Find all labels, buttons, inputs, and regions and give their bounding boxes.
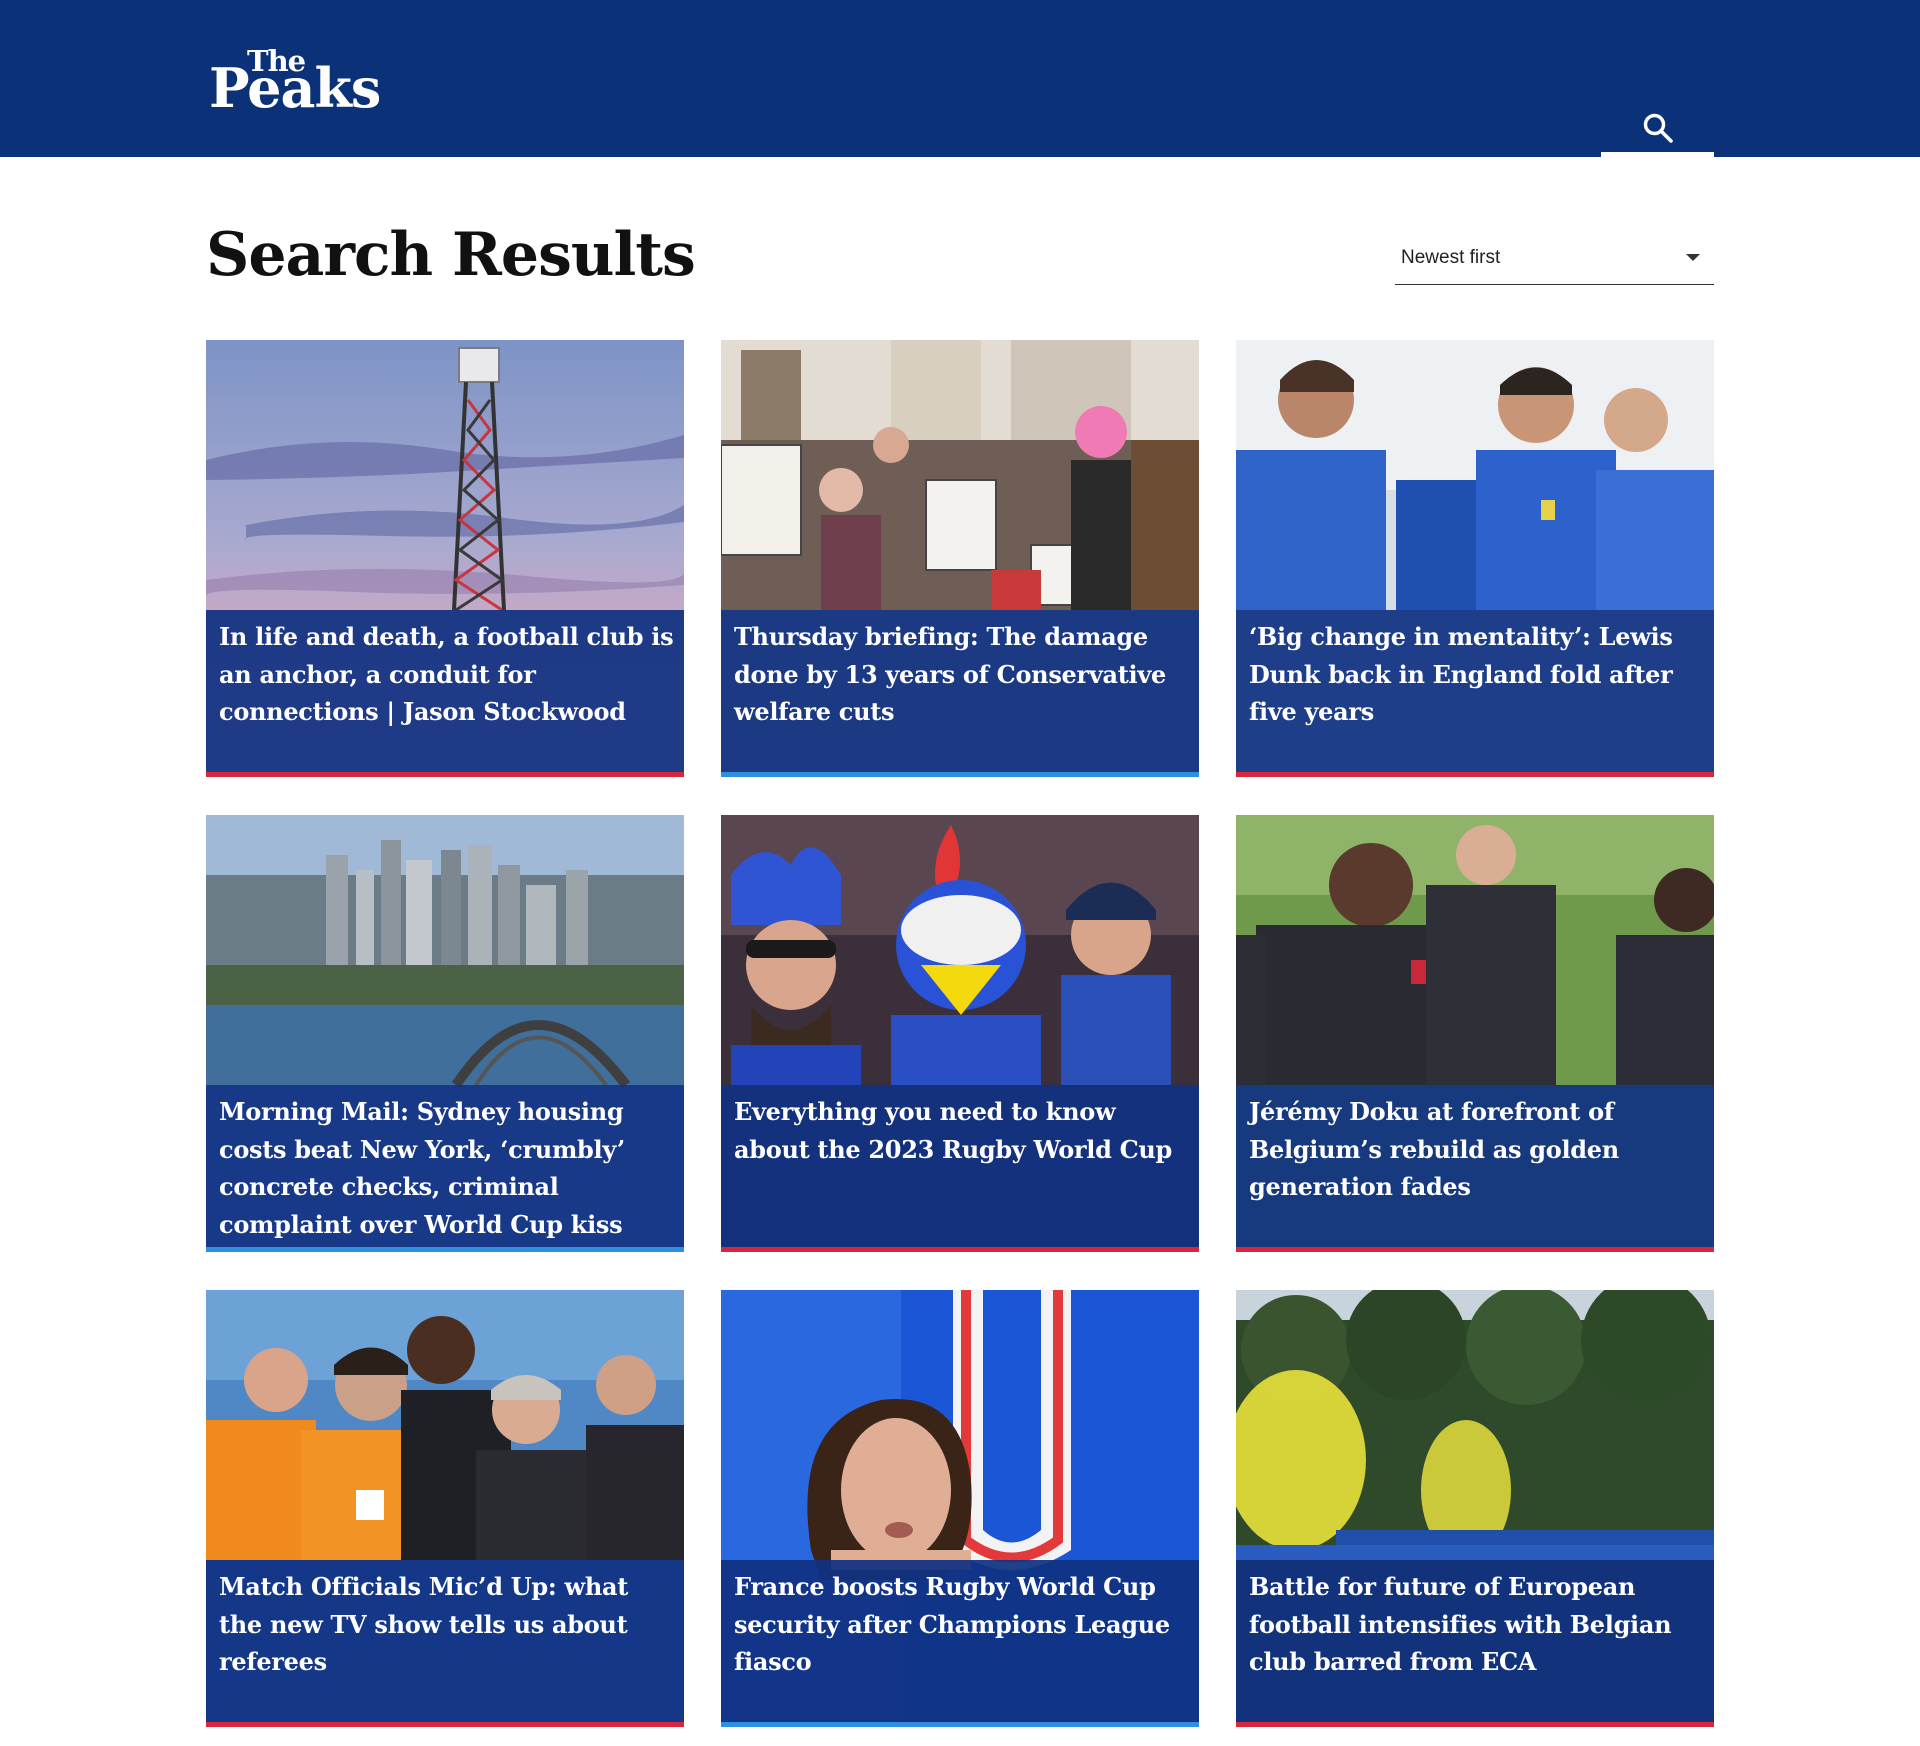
article-card[interactable]: In life and death, a football club is an…: [206, 340, 684, 777]
card-headline[interactable]: France boosts Rugby World Cup security a…: [734, 1568, 1189, 1681]
card-accent-bar: [206, 1247, 684, 1252]
article-card[interactable]: Everything you need to know about the 20…: [721, 815, 1199, 1252]
search-icon: [1643, 113, 1673, 143]
card-accent-bar: [206, 772, 684, 777]
site-header: The Peaks: [0, 0, 1920, 157]
sort-selected-value: Newest first: [1401, 247, 1501, 268]
card-accent-bar: [1236, 772, 1714, 777]
card-accent-bar: [721, 772, 1199, 777]
card-accent-bar: [721, 1722, 1199, 1727]
search-button[interactable]: [1601, 98, 1714, 157]
article-card[interactable]: France boosts Rugby World Cup security a…: [721, 1290, 1199, 1727]
page-title: Search Results: [206, 220, 696, 290]
article-card[interactable]: Match Officials Mic’d Up: what the new T…: [206, 1290, 684, 1727]
card-headline[interactable]: In life and death, a football club is an…: [219, 618, 674, 731]
article-card[interactable]: Morning Mail: Sydney housing costs beat …: [206, 815, 684, 1252]
card-accent-bar: [1236, 1722, 1714, 1727]
sort-order-select[interactable]: Newest first: [1395, 240, 1714, 285]
chevron-down-icon: [1686, 254, 1700, 261]
card-headline[interactable]: Jérémy Doku at forefront of Belgium’s re…: [1249, 1093, 1704, 1206]
article-card[interactable]: Battle for future of European football i…: [1236, 1290, 1714, 1727]
card-headline[interactable]: ‘Big change in mentality’: Lewis Dunk ba…: [1249, 618, 1704, 731]
card-accent-bar: [206, 1722, 684, 1727]
card-headline[interactable]: Morning Mail: Sydney housing costs beat …: [219, 1093, 674, 1243]
card-headline[interactable]: Thursday briefing: The damage done by 13…: [734, 618, 1189, 731]
article-card[interactable]: ‘Big change in mentality’: Lewis Dunk ba…: [1236, 340, 1714, 777]
card-accent-bar: [1236, 1247, 1714, 1252]
card-accent-bar: [721, 1247, 1199, 1252]
article-card[interactable]: Jérémy Doku at forefront of Belgium’s re…: [1236, 815, 1714, 1252]
article-card[interactable]: Thursday briefing: The damage done by 13…: [721, 340, 1199, 777]
card-headline[interactable]: Match Officials Mic’d Up: what the new T…: [219, 1568, 674, 1681]
logo-text-peaks: Peaks: [209, 56, 381, 120]
site-logo[interactable]: The Peaks: [209, 46, 381, 120]
card-headline[interactable]: Everything you need to know about the 20…: [734, 1093, 1189, 1168]
card-headline[interactable]: Battle for future of European football i…: [1249, 1568, 1704, 1681]
